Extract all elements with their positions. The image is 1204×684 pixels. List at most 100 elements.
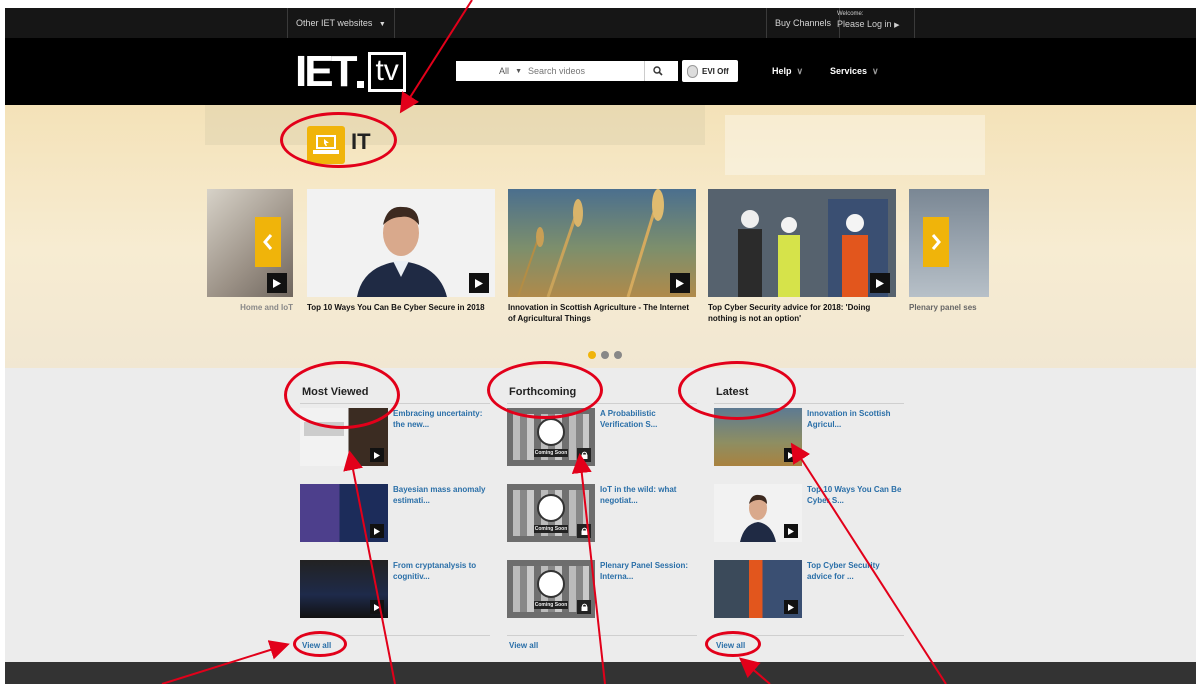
toggle-switch-icon	[687, 64, 698, 78]
list-item[interactable]: Coming Soon A Probabilistic Verification…	[507, 408, 697, 480]
coming-soon-thumbnail: Coming Soon	[507, 560, 595, 618]
carousel-card[interactable]: Top Cyber Security advice for 2018: 'Doi…	[708, 189, 896, 324]
list-item[interactable]: Top Cyber Security advice for ...	[714, 560, 904, 632]
topic-hero: IT Home and IoT Top 10 Ways You Can Be C…	[5, 105, 1196, 368]
play-icon	[267, 273, 287, 293]
lock-icon	[577, 448, 591, 462]
iet-tv-logo[interactable]: IET tv	[295, 50, 406, 94]
item-title[interactable]: Plenary Panel Session: Interna...	[600, 560, 696, 582]
view-all-link[interactable]: View all	[509, 641, 538, 650]
search-scope-value: All	[499, 66, 510, 76]
annotation-ellipse	[280, 112, 397, 168]
utility-bar: Other IET websites ▼ Buy Channels Welcom…	[5, 8, 1196, 38]
item-title[interactable]: Embracing uncertainty: the new...	[393, 408, 489, 430]
play-icon	[370, 600, 384, 614]
evi-toggle[interactable]: EVI Off	[682, 60, 738, 82]
logo-dot	[357, 81, 365, 88]
logo-tv-text: tv	[368, 52, 406, 92]
search-bar: All ▼	[456, 61, 678, 81]
annotation-ellipse	[487, 361, 603, 419]
nav-help-label: Help	[772, 66, 792, 76]
divider	[914, 8, 915, 38]
item-title[interactable]: Innovation in Scottish Agricul...	[807, 408, 903, 430]
play-icon	[870, 273, 890, 293]
annotation-ellipse	[284, 361, 400, 429]
video-thumbnail	[909, 189, 989, 297]
search-icon	[652, 66, 663, 76]
evi-label: EVI Off	[702, 66, 729, 76]
chevron-down-icon: ∨	[872, 66, 879, 76]
latest-section: Latest Innovation in Scottish Agricul...…	[714, 386, 904, 632]
search-button[interactable]	[644, 61, 670, 81]
caret-down-icon: ▼	[515, 67, 522, 75]
carousel-card[interactable]: Innovation in Scottish Agriculture - The…	[508, 189, 696, 324]
item-title[interactable]: Top Cyber Security advice for ...	[807, 560, 903, 582]
item-title[interactable]: IoT in the wild: what negotiat...	[600, 484, 696, 506]
chevron-left-icon	[263, 234, 273, 250]
coming-soon-badge: Coming Soon	[534, 601, 568, 609]
welcome-text: Welcome:	[837, 11, 864, 17]
annotation-ellipse	[705, 631, 761, 657]
buy-channels-link[interactable]: Buy Channels	[766, 8, 841, 38]
site-header: IET tv All ▼ EVI Off Help ∨ Services ∨	[5, 38, 1196, 105]
list-item[interactable]: Coming Soon Plenary Panel Session: Inter…	[507, 560, 697, 632]
test-card-circle	[537, 494, 565, 522]
video-thumbnail	[714, 484, 802, 542]
browser-page: Other IET websites ▼ Buy Channels Welcom…	[5, 8, 1196, 684]
login-label: Please Log in	[837, 19, 892, 29]
background-decoration	[725, 115, 985, 175]
welcome-block: Welcome: Please Log in ▶	[837, 11, 899, 29]
search-input[interactable]	[526, 66, 644, 76]
item-title[interactable]: Top 10 Ways You Can Be Cyber S...	[807, 484, 903, 506]
card-title: Top 10 Ways You Can Be Cyber Secure in 2…	[307, 303, 485, 312]
card-title: Innovation in Scottish Agriculture - The…	[508, 303, 690, 323]
list-item[interactable]: From cryptanalysis to cognitiv...	[300, 560, 490, 632]
carousel-dot[interactable]	[614, 351, 622, 359]
item-title[interactable]: Bayesian mass anomaly estimati...	[393, 484, 489, 506]
carousel-card[interactable]: Plenary panel ses	[909, 189, 989, 313]
video-thumbnail	[708, 189, 896, 297]
nav-help[interactable]: Help ∨	[772, 61, 803, 81]
chevron-right-icon	[931, 234, 941, 250]
list-item[interactable]: Bayesian mass anomaly estimati...	[300, 484, 490, 556]
play-icon	[784, 600, 798, 614]
lock-icon	[577, 524, 591, 538]
coming-soon-thumbnail: Coming Soon	[507, 484, 595, 542]
video-thumbnail	[300, 560, 388, 618]
footer-bar	[5, 662, 1196, 684]
list-item[interactable]: Top 10 Ways You Can Be Cyber S...	[714, 484, 904, 556]
item-title[interactable]: From cryptanalysis to cognitiv...	[393, 560, 489, 582]
carousel-next-button[interactable]	[923, 217, 949, 267]
video-thumbnail	[508, 189, 696, 297]
card-title: Plenary panel ses	[909, 303, 977, 312]
carousel-dot[interactable]	[588, 351, 596, 359]
carousel-card[interactable]: Top 10 Ways You Can Be Cyber Secure in 2…	[307, 189, 495, 313]
carousel-dot[interactable]	[601, 351, 609, 359]
wheat-image	[517, 189, 664, 297]
play-icon	[670, 273, 690, 293]
search-scope-select[interactable]: All ▼	[456, 66, 526, 76]
other-iet-websites-dropdown[interactable]: Other IET websites ▼	[287, 8, 395, 38]
item-title[interactable]: A Probabilistic Verification S...	[600, 408, 696, 430]
chevron-down-icon: ∨	[796, 66, 804, 76]
annotation-ellipse	[678, 361, 796, 420]
nav-services-label: Services	[830, 66, 868, 76]
list-item[interactable]: Coming Soon IoT in the wild: what negoti…	[507, 484, 697, 556]
forthcoming-section: Forthcoming Coming Soon A Probabilistic …	[507, 386, 697, 632]
annotation-ellipse	[293, 631, 347, 657]
play-icon	[370, 448, 384, 462]
card-title: Home and IoT	[240, 303, 293, 312]
chevron-down-icon: ▼	[378, 21, 386, 28]
video-thumbnail	[307, 189, 495, 297]
login-link[interactable]: Please Log in ▶	[837, 19, 899, 29]
card-title: Top Cyber Security advice for 2018: 'Doi…	[708, 303, 871, 323]
coming-soon-badge: Coming Soon	[534, 525, 568, 533]
triangle-right-icon: ▶	[894, 22, 900, 29]
play-icon	[469, 273, 489, 293]
play-icon	[370, 524, 384, 538]
presenter-image	[307, 189, 495, 297]
video-thumbnail	[300, 484, 388, 542]
carousel-prev-button[interactable]	[255, 217, 281, 267]
carousel-pagination	[588, 351, 622, 359]
nav-services[interactable]: Services ∨	[830, 61, 879, 81]
